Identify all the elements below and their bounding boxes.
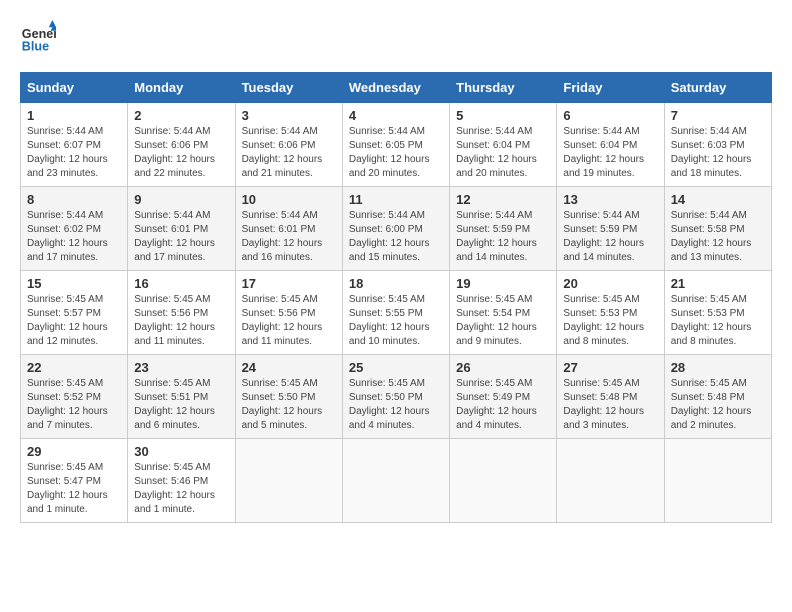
calendar-day-30: 30Sunrise: 5:45 AM Sunset: 5:46 PM Dayli… [128,439,235,523]
calendar-day-12: 12Sunrise: 5:44 AM Sunset: 5:59 PM Dayli… [450,187,557,271]
calendar-day-25: 25Sunrise: 5:45 AM Sunset: 5:50 PM Dayli… [342,355,449,439]
calendar-day-16: 16Sunrise: 5:45 AM Sunset: 5:56 PM Dayli… [128,271,235,355]
calendar-day-26: 26Sunrise: 5:45 AM Sunset: 5:49 PM Dayli… [450,355,557,439]
calendar-day-18: 18Sunrise: 5:45 AM Sunset: 5:55 PM Dayli… [342,271,449,355]
calendar-day-7: 7Sunrise: 5:44 AM Sunset: 6:03 PM Daylig… [664,103,771,187]
calendar-day-28: 28Sunrise: 5:45 AM Sunset: 5:48 PM Dayli… [664,355,771,439]
day-header-friday: Friday [557,73,664,103]
calendar-week-1: 1Sunrise: 5:44 AM Sunset: 6:07 PM Daylig… [21,103,772,187]
day-header-monday: Monday [128,73,235,103]
calendar-week-5: 29Sunrise: 5:45 AM Sunset: 5:47 PM Dayli… [21,439,772,523]
calendar-day-6: 6Sunrise: 5:44 AM Sunset: 6:04 PM Daylig… [557,103,664,187]
calendar-week-3: 15Sunrise: 5:45 AM Sunset: 5:57 PM Dayli… [21,271,772,355]
calendar-week-4: 22Sunrise: 5:45 AM Sunset: 5:52 PM Dayli… [21,355,772,439]
day-header-saturday: Saturday [664,73,771,103]
svg-text:Blue: Blue [22,40,49,54]
calendar-day-29: 29Sunrise: 5:45 AM Sunset: 5:47 PM Dayli… [21,439,128,523]
calendar-day-20: 20Sunrise: 5:45 AM Sunset: 5:53 PM Dayli… [557,271,664,355]
calendar-day-10: 10Sunrise: 5:44 AM Sunset: 6:01 PM Dayli… [235,187,342,271]
calendar-day-22: 22Sunrise: 5:45 AM Sunset: 5:52 PM Dayli… [21,355,128,439]
calendar-day-3: 3Sunrise: 5:44 AM Sunset: 6:06 PM Daylig… [235,103,342,187]
calendar-day-27: 27Sunrise: 5:45 AM Sunset: 5:48 PM Dayli… [557,355,664,439]
calendar-day-11: 11Sunrise: 5:44 AM Sunset: 6:00 PM Dayli… [342,187,449,271]
calendar-day-21: 21Sunrise: 5:45 AM Sunset: 5:53 PM Dayli… [664,271,771,355]
calendar-day-4: 4Sunrise: 5:44 AM Sunset: 6:05 PM Daylig… [342,103,449,187]
page-header: General Blue [20,20,772,56]
calendar-day-8: 8Sunrise: 5:44 AM Sunset: 6:02 PM Daylig… [21,187,128,271]
day-header-sunday: Sunday [21,73,128,103]
calendar-day-17: 17Sunrise: 5:45 AM Sunset: 5:56 PM Dayli… [235,271,342,355]
day-header-thursday: Thursday [450,73,557,103]
logo: General Blue [20,20,56,56]
calendar-day-1: 1Sunrise: 5:44 AM Sunset: 6:07 PM Daylig… [21,103,128,187]
calendar-day-23: 23Sunrise: 5:45 AM Sunset: 5:51 PM Dayli… [128,355,235,439]
empty-cell [664,439,771,523]
calendar-week-2: 8Sunrise: 5:44 AM Sunset: 6:02 PM Daylig… [21,187,772,271]
calendar-day-9: 9Sunrise: 5:44 AM Sunset: 6:01 PM Daylig… [128,187,235,271]
empty-cell [342,439,449,523]
day-header-tuesday: Tuesday [235,73,342,103]
logo-icon: General Blue [20,20,56,56]
calendar-header-row: SundayMondayTuesdayWednesdayThursdayFrid… [21,73,772,103]
empty-cell [557,439,664,523]
calendar-day-24: 24Sunrise: 5:45 AM Sunset: 5:50 PM Dayli… [235,355,342,439]
calendar-day-14: 14Sunrise: 5:44 AM Sunset: 5:58 PM Dayli… [664,187,771,271]
calendar-day-19: 19Sunrise: 5:45 AM Sunset: 5:54 PM Dayli… [450,271,557,355]
empty-cell [235,439,342,523]
calendar-day-13: 13Sunrise: 5:44 AM Sunset: 5:59 PM Dayli… [557,187,664,271]
calendar-table: SundayMondayTuesdayWednesdayThursdayFrid… [20,72,772,523]
empty-cell [450,439,557,523]
calendar-day-5: 5Sunrise: 5:44 AM Sunset: 6:04 PM Daylig… [450,103,557,187]
calendar-day-2: 2Sunrise: 5:44 AM Sunset: 6:06 PM Daylig… [128,103,235,187]
day-header-wednesday: Wednesday [342,73,449,103]
calendar-day-15: 15Sunrise: 5:45 AM Sunset: 5:57 PM Dayli… [21,271,128,355]
